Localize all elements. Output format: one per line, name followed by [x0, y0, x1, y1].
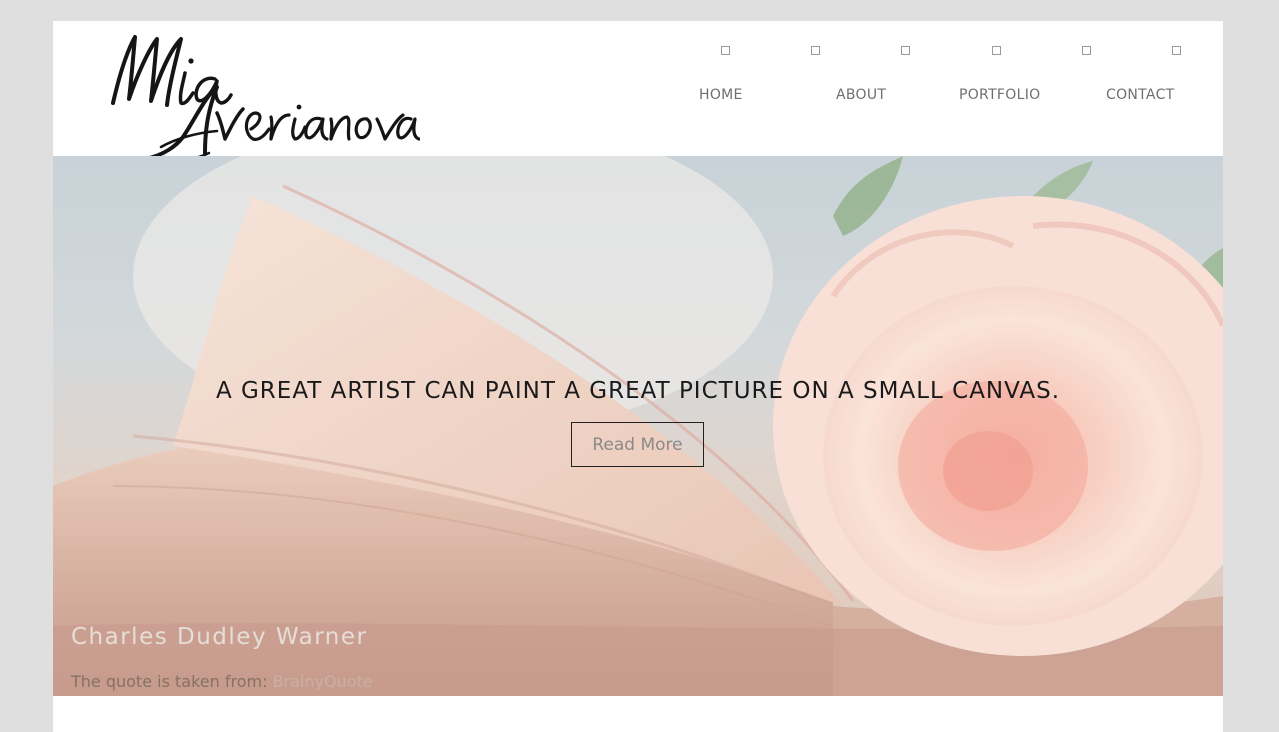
- nav-portfolio-link[interactable]: PORTFOLIO: [959, 87, 1040, 103]
- nav-about-link[interactable]: ABOUT: [836, 87, 886, 103]
- page-container: HOME ABOUT PORTFOLIO CONTACT A GREAT ART…: [53, 21, 1223, 732]
- hero-quote: A GREAT ARTIST CAN PAINT A GREAT PICTURE…: [215, 378, 1061, 404]
- site-header: HOME ABOUT PORTFOLIO CONTACT: [53, 21, 1223, 161]
- square-icon[interactable]: [992, 46, 1001, 55]
- square-icon[interactable]: [721, 46, 730, 55]
- square-icon[interactable]: [1082, 46, 1091, 55]
- square-icon[interactable]: [811, 46, 820, 55]
- brainyquote-link[interactable]: BrainyQuote: [273, 672, 373, 691]
- square-icon[interactable]: [1172, 46, 1181, 55]
- square-icon[interactable]: [901, 46, 910, 55]
- nav-icon-row: [53, 46, 1223, 60]
- quote-author: Charles Dudley Warner: [71, 624, 368, 650]
- nav-home-link[interactable]: HOME: [699, 87, 743, 103]
- main-nav: HOME ABOUT PORTFOLIO CONTACT: [53, 87, 1223, 107]
- nav-contact-link[interactable]: CONTACT: [1106, 87, 1175, 103]
- hero-section: A GREAT ARTIST CAN PAINT A GREAT PICTURE…: [53, 156, 1223, 696]
- read-more-button[interactable]: Read More: [571, 422, 704, 467]
- quote-source: The quote is taken from: BrainyQuote: [71, 672, 373, 691]
- quote-source-prefix: The quote is taken from:: [71, 672, 273, 691]
